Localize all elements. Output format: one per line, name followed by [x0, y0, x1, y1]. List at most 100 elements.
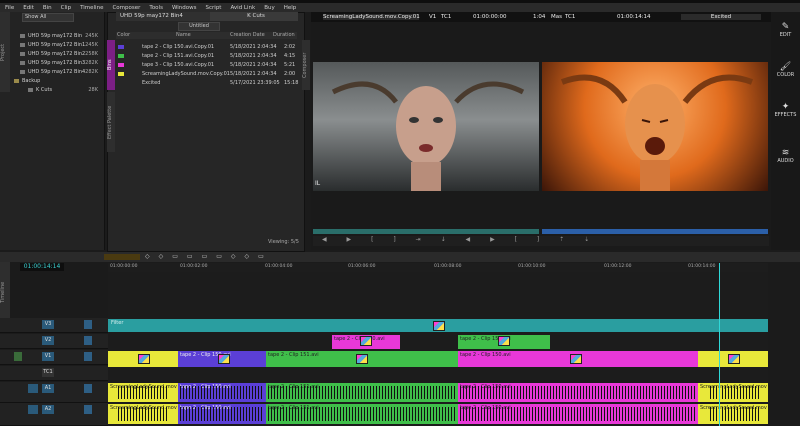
col-creation-date[interactable]: Creation Date [230, 32, 265, 38]
audio-clip[interactable]: tape 2 - Clip 151.avi [266, 404, 458, 424]
mark-in-icon[interactable]: [ [371, 236, 373, 243]
audio-clip[interactable]: tape 2 - Clip 150.avi [178, 404, 266, 424]
timeline-tracks[interactable] [108, 272, 768, 426]
audio-workspace[interactable]: ≋ AUDIO [771, 148, 800, 164]
audio-clip[interactable]: ScreamingLadySound.mov [698, 404, 768, 424]
bin-clip-row[interactable]: tape 2 - Clip 150.avi.Copy.01 5/18/2021 2… [116, 43, 297, 51]
menu-tools[interactable]: Tools [149, 5, 163, 11]
audio-clip[interactable]: ScreamingLadySound.mov [698, 383, 768, 402]
timeline-clip[interactable]: tape 2 - Clip 150.avi [458, 351, 698, 367]
menu-buy[interactable]: Buy [264, 5, 275, 11]
bin-row[interactable]: UHD 59p may172 Bin3 282K [20, 59, 98, 67]
sequence-name[interactable]: Excited [681, 14, 761, 20]
source-patch-v1[interactable] [14, 352, 22, 361]
track-button-a1[interactable]: A1 [42, 384, 54, 393]
audio-clip[interactable]: tape 2 - Clip 150.avi [178, 383, 266, 402]
composer-tab[interactable]: Composer [302, 40, 310, 90]
lift-icon[interactable]: ⇡ [559, 236, 564, 243]
track-monitor[interactable] [84, 336, 92, 345]
source-position-bar[interactable] [313, 229, 539, 234]
col-color[interactable]: Color [117, 32, 130, 38]
audio-clip[interactable]: tape 2 - Clip 150.avi [458, 404, 698, 424]
bin-row[interactable]: K Cuts 28K [28, 86, 98, 94]
track-button-v3[interactable]: V3 [42, 320, 54, 329]
timeline-clip[interactable]: tape 2 - Clip 150.avi [458, 335, 550, 349]
menu-windows[interactable]: Windows [172, 5, 197, 11]
source-patch-a2[interactable] [28, 405, 38, 414]
menu-script[interactable]: Script [206, 5, 222, 11]
audio-clip[interactable]: ScreamingLadySound.mov [108, 404, 178, 424]
step-back-icon[interactable]: ◀ [466, 236, 471, 243]
col-duration[interactable]: Duration [273, 32, 295, 38]
menu-edit[interactable]: Edit [23, 5, 34, 11]
project-tab[interactable]: Project [0, 12, 10, 92]
menu-avid-link[interactable]: Avid Link [230, 5, 255, 11]
play-icon[interactable]: ▶ [490, 236, 495, 243]
audio-clip[interactable]: ScreamingLadySound.mov [108, 383, 178, 402]
show-all-dropdown[interactable]: Show All [22, 13, 74, 22]
track-monitor[interactable] [84, 384, 92, 393]
timeline-ruler[interactable]: 01:00:00:00 01:00:02:00 01:00:04:00 01:0… [108, 263, 768, 272]
source-patch-a1[interactable] [28, 384, 38, 393]
menu-bin[interactable]: Bin [43, 5, 52, 11]
source-clip-name[interactable]: ScreamingLadySound.mov.Copy.01 [323, 14, 420, 20]
track-monitor[interactable] [84, 405, 92, 414]
timeline-clip[interactable] [108, 351, 178, 367]
record-position-bar[interactable] [542, 229, 768, 234]
bins-tab[interactable]: Bins [107, 40, 115, 90]
mas-label[interactable]: Mas [551, 14, 562, 20]
track-button-a2[interactable]: A2 [42, 405, 54, 414]
record-monitor-image[interactable] [542, 62, 768, 191]
audio-clip[interactable]: tape 2 - Clip 151.avi [266, 383, 458, 402]
timeline-clip[interactable]: tape 2 - Clip 150.avi [332, 335, 400, 349]
timeline-tab[interactable]: Timeline [0, 262, 10, 322]
mas-tc[interactable]: TC1 [565, 14, 575, 20]
timeline-clip[interactable] [698, 351, 768, 367]
timeline-tool-segment[interactable] [104, 254, 140, 260]
bin-row[interactable]: UHD 59p may172 Bin 245K [20, 32, 98, 40]
filter-clip[interactable]: Filter [108, 319, 768, 332]
effects-workspace[interactable]: ✦ EFFECTS [771, 102, 800, 118]
timeline-tool-icons[interactable]: ◇◇▭▭▭▭◇◇▭ [145, 253, 273, 260]
menu-composer[interactable]: Composer [112, 5, 140, 11]
menu-help[interactable]: Help [284, 5, 297, 11]
bin-row[interactable]: UHD 59p may172 Bin1 245K [20, 41, 98, 49]
overwrite-icon[interactable]: ↓ [441, 236, 446, 243]
play-icon[interactable]: ▶ [347, 236, 352, 243]
mark-out-icon[interactable]: ] [537, 236, 539, 243]
timeline-playhead[interactable] [719, 263, 720, 426]
extract-icon[interactable]: ⇣ [584, 236, 589, 243]
effect-palette-tab[interactable]: Effect Palette [107, 92, 115, 152]
menu-timeline[interactable]: Timeline [80, 5, 103, 11]
edit-workspace[interactable]: ✎ EDIT [771, 22, 800, 38]
bin-clip-row[interactable]: Excited 5/17/2021 23:39:05 15:18 [116, 79, 298, 87]
folder-row[interactable]: Backup [14, 77, 92, 85]
bin-row[interactable]: UHD 59p may172 Bin2 258K [20, 50, 98, 58]
color-workspace[interactable]: 🖌 COLOR [771, 62, 800, 78]
menu-file[interactable]: File [5, 5, 14, 11]
menu-clip[interactable]: Clip [61, 5, 71, 11]
track-monitor[interactable] [84, 352, 92, 361]
mark-out-icon[interactable]: ] [393, 236, 395, 243]
bin-tab-primary[interactable]: UHD 59p may172 Bin4 [116, 12, 210, 21]
source-tc-label[interactable]: TC1 [441, 14, 451, 20]
mark-in-icon[interactable]: [ [515, 236, 517, 243]
col-name[interactable]: Name [176, 32, 191, 38]
bin-tab-kcuts[interactable]: K Cuts [210, 12, 298, 21]
splice-icon[interactable]: ⇥ [416, 236, 421, 243]
track-button-v1[interactable]: V1 [42, 352, 54, 361]
track-button-v2[interactable]: V2 [42, 336, 54, 345]
bin-row[interactable]: UHD 59p may172 Bin4 282K [20, 68, 98, 76]
bin-clip-row[interactable]: tape 3 - Clip 150.avi.Copy.01 5/18/2021 2… [116, 61, 297, 69]
bin-view-dropdown[interactable]: Untitled [178, 22, 220, 31]
source-monitor-image[interactable]: IL [313, 62, 539, 191]
bin-clip-row[interactable]: tape 2 - Clip 151.avi.Copy.01 5/18/2021 2… [116, 52, 297, 60]
audio-clip[interactable]: tape 2 - Clip 150.avi [458, 383, 698, 402]
step-back-icon[interactable]: ◀ [322, 236, 327, 243]
track-monitor[interactable] [84, 320, 92, 329]
bin-clip-row[interactable]: ScreamingLadySound.mov.Copy.01 5/18/2021 … [116, 70, 297, 78]
source-track[interactable]: V1 [429, 14, 436, 20]
timeline-clip[interactable]: tape 2 - Clip 151.avi [266, 351, 458, 367]
timeline-clip[interactable]: tape 2 - Clip 150.avi [178, 351, 266, 367]
track-button-tc1[interactable]: TC1 [42, 368, 54, 377]
